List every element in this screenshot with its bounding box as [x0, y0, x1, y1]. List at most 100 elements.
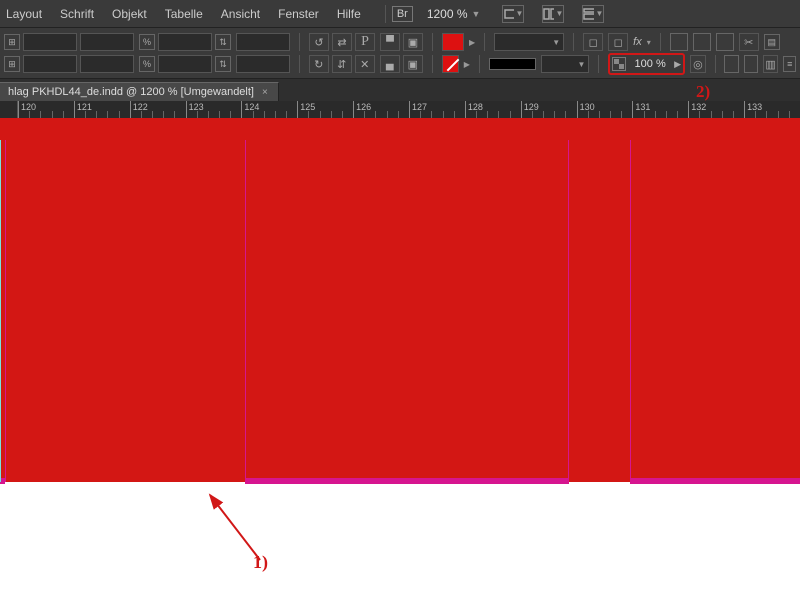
stroke-style-select[interactable]: ▼ — [541, 55, 589, 73]
separator — [598, 55, 599, 73]
ruler-tick: 133 — [744, 101, 745, 119]
menu-ansicht[interactable]: Ansicht — [221, 7, 260, 21]
link-icon[interactable]: ⇅ — [215, 34, 231, 50]
x-field[interactable] — [23, 33, 77, 51]
separator — [715, 55, 716, 73]
separator — [484, 33, 485, 51]
stroke-weight-select[interactable]: ▼ — [494, 33, 564, 51]
corner-round-icon[interactable]: ◻ — [608, 33, 628, 51]
horizontal-ruler[interactable]: 1201211221231241251261271281291301311321… — [0, 101, 800, 119]
separator — [432, 33, 433, 51]
text-wrap-none-icon[interactable] — [670, 33, 688, 51]
close-icon[interactable]: × — [262, 87, 268, 98]
effects-menu-icon[interactable]: ▾ — [647, 38, 651, 47]
menu-objekt[interactable]: Objekt — [112, 7, 147, 21]
flip-h-icon[interactable]: ⇄ — [332, 33, 352, 51]
drop-shadow-icon[interactable]: ◎ — [690, 55, 706, 73]
separator — [573, 33, 574, 51]
opacity-control[interactable]: 100 % ▶ — [608, 53, 685, 75]
ruler-track: 1201211221231241251261271281291301311321… — [18, 101, 800, 119]
scale-x-field[interactable] — [158, 33, 212, 51]
link-icon[interactable]: ⇅ — [215, 56, 231, 72]
workspace-button[interactable]: ▼ — [582, 5, 604, 23]
flip-v-icon[interactable]: ⇵ — [332, 55, 352, 73]
menu-hilfe[interactable]: Hilfe — [337, 7, 361, 21]
guide-line[interactable] — [0, 140, 1, 482]
ruler-tick: 123 — [186, 101, 187, 119]
menu-schrift[interactable]: Schrift — [60, 7, 94, 21]
screen-mode-button[interactable]: ▼ — [502, 5, 524, 23]
stroke-swatch[interactable] — [442, 55, 459, 73]
chevron-down-icon: ▼ — [577, 60, 585, 69]
document-canvas[interactable] — [0, 118, 800, 600]
chevron-down-icon: ▼ — [556, 9, 564, 18]
control-row-2: ⊞ % ⇅ ↻ ⇵ ✕ ▄ ▣ ▶ ▼ — [4, 53, 796, 75]
reference-point-icon[interactable]: ⊞ — [4, 34, 20, 50]
chevron-right-icon[interactable]: ▶ — [464, 60, 470, 69]
text-wrap-shape-icon[interactable] — [716, 33, 734, 51]
arrange-button[interactable]: ▼ — [542, 5, 564, 23]
scale-y-field[interactable] — [158, 55, 212, 73]
corner-none-icon[interactable]: ◻ — [583, 33, 603, 51]
stroke-style-swatch[interactable] — [489, 58, 537, 70]
ruler-corner[interactable] — [0, 101, 18, 119]
ruler-tick: 124 — [241, 101, 242, 119]
margin-guide — [245, 140, 246, 482]
text-wrap-column-icon[interactable] — [744, 55, 758, 73]
group-icon[interactable]: ▥ — [763, 55, 779, 73]
fit-frame-icon[interactable]: ▣ — [403, 55, 423, 73]
fit-content-icon[interactable]: ▣ — [403, 33, 423, 51]
arrange-icon — [543, 7, 553, 21]
rotate-cw-icon[interactable]: ↻ — [309, 55, 329, 73]
main-menubar: Layout Schrift Objekt Tabelle Ansicht Fe… — [0, 0, 800, 28]
magenta-segment — [630, 478, 800, 484]
bridge-badge[interactable]: Br — [392, 6, 413, 22]
zoom-level-dropdown[interactable]: 1200 % ▼ — [427, 7, 481, 21]
crop-icon[interactable]: ✂ — [739, 33, 759, 51]
chevron-down-icon: ▼ — [596, 9, 604, 18]
chevron-right-icon[interactable]: ▶ — [469, 38, 475, 47]
rotate-field[interactable] — [236, 33, 290, 51]
chevron-down-icon: ▼ — [472, 9, 481, 19]
menu-fenster[interactable]: Fenster — [278, 7, 319, 21]
separator — [660, 33, 661, 51]
clear-transform-icon[interactable]: ✕ — [355, 55, 375, 73]
ruler-tick: 122 — [130, 101, 131, 119]
ruler-tick: 126 — [353, 101, 354, 119]
ruler-tick: 127 — [409, 101, 410, 119]
text-wrap-jump-icon[interactable] — [724, 55, 738, 73]
position-group: ⊞ — [4, 33, 134, 51]
y-field[interactable] — [23, 55, 77, 73]
shear-field[interactable] — [236, 55, 290, 73]
menu-layout[interactable]: Layout — [6, 7, 42, 21]
red-frame-object[interactable] — [0, 118, 800, 482]
separator — [479, 55, 480, 73]
ruler-tick: 121 — [74, 101, 75, 119]
align-top-icon[interactable]: ▀ — [380, 33, 400, 51]
chevron-down-icon: ▼ — [516, 9, 524, 18]
screen-mode-icon — [503, 7, 513, 21]
control-bar: ⊞ % ⇅ ↺ ⇄ P ▀ ▣ ▶ ▼ ◻ ◻ fx ▾ — [0, 28, 800, 79]
effects-button[interactable]: fx — [633, 36, 642, 48]
more-options-icon[interactable]: ▤ — [764, 34, 780, 50]
scale-icon[interactable]: % — [139, 34, 155, 50]
menu-tabelle[interactable]: Tabelle — [165, 7, 203, 21]
chevron-right-icon[interactable]: ▶ — [674, 59, 681, 70]
separator — [432, 55, 433, 73]
document-tab-title: hlag PKHDL44_de.indd @ 1200 % [Umgewande… — [8, 86, 254, 98]
p-glyph-icon[interactable]: P — [355, 33, 375, 51]
ruler-tick: 130 — [577, 101, 578, 119]
annotation-label-1: 1) — [253, 552, 268, 573]
text-wrap-bounding-icon[interactable] — [693, 33, 711, 51]
panel-menu-icon[interactable]: ≡ — [783, 56, 796, 72]
separator — [299, 55, 300, 73]
fill-swatch[interactable] — [442, 33, 464, 51]
h-field[interactable] — [80, 55, 134, 73]
document-tab[interactable]: hlag PKHDL44_de.indd @ 1200 % [Umgewande… — [0, 82, 279, 101]
align-bottom-icon[interactable]: ▄ — [380, 55, 400, 73]
rotate-ccw-icon[interactable]: ↺ — [309, 33, 329, 51]
w-field[interactable] — [80, 33, 134, 51]
scale-icon[interactable]: % — [139, 56, 155, 72]
magenta-segment — [245, 478, 569, 484]
reference-point-icon[interactable]: ⊞ — [4, 56, 20, 72]
